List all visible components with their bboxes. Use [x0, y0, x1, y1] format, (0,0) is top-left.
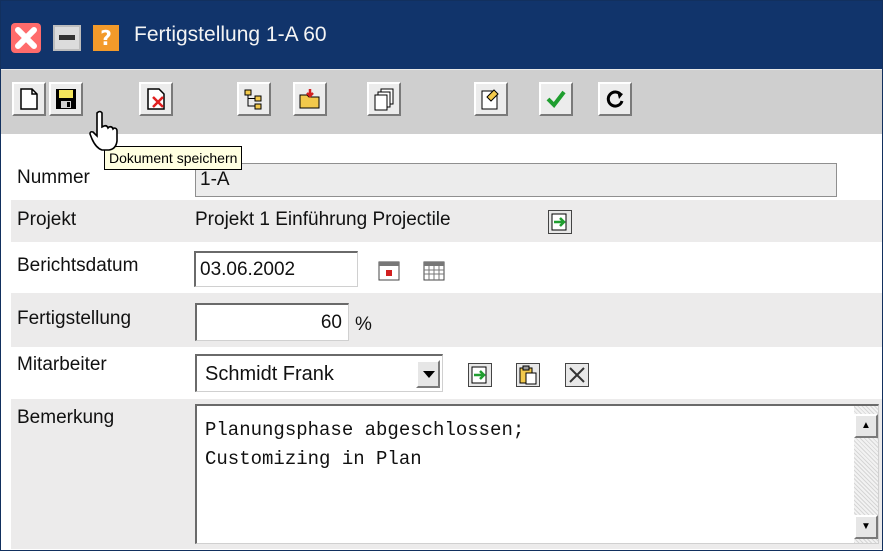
bemerkung-textarea[interactable]: Planungsphase abgeschlossen; Customizing…	[195, 404, 879, 544]
properties-button[interactable]	[474, 82, 508, 116]
mitarbeiter-select[interactable]: Schmidt Frank	[195, 354, 443, 392]
goto-employee-button[interactable]	[468, 363, 492, 387]
refresh-icon	[606, 90, 624, 108]
row-fertigstellung: Fertigstellung 60 %	[11, 293, 882, 347]
save-button[interactable]	[49, 82, 83, 116]
refresh-button[interactable]	[598, 82, 632, 116]
check-icon	[546, 90, 566, 109]
dialog-window: ? Fertigstellung 1-A 60 Dokument speiche…	[0, 0, 883, 551]
paste-button[interactable]	[516, 363, 540, 387]
open-folder-icon	[299, 89, 320, 109]
berichtsdatum-label: Berichtsdatum	[17, 255, 139, 276]
jump-icon	[551, 213, 567, 231]
new-document-button[interactable]	[12, 82, 46, 116]
bemerkung-label: Bemerkung	[17, 407, 115, 428]
calendar-icon	[423, 261, 445, 281]
projekt-value: Projekt 1 Einführung Projectile	[195, 209, 451, 230]
minimize-icon[interactable]	[53, 25, 81, 51]
clipboard-icon	[519, 365, 537, 385]
berichtsdatum-input[interactable]: 03.06.2002	[194, 251, 358, 287]
goto-project-button[interactable]	[548, 210, 572, 234]
scroll-up-icon[interactable]: ▲	[854, 414, 878, 438]
nummer-label: Nummer	[17, 167, 90, 188]
delete-button[interactable]	[139, 82, 173, 116]
help-icon[interactable]: ?	[93, 25, 119, 51]
new-document-icon	[20, 88, 38, 110]
structure-button[interactable]	[237, 82, 271, 116]
window-title: Fertigstellung 1-A 60	[134, 23, 327, 46]
mitarbeiter-selected-value: Schmidt Frank	[205, 363, 334, 385]
nummer-field: 1-A	[195, 163, 837, 197]
toolbar	[1, 69, 882, 134]
calendar-today-icon	[378, 261, 400, 281]
copy-button[interactable]	[367, 82, 401, 116]
fertigstellung-label: Fertigstellung	[17, 308, 132, 329]
close-icon[interactable]	[11, 23, 41, 53]
structure-icon	[244, 89, 262, 110]
title-bar: ? Fertigstellung 1-A 60	[1, 1, 882, 69]
jump-icon	[471, 366, 487, 384]
dropdown-arrow-icon[interactable]	[416, 360, 440, 388]
calendar-today-button[interactable]	[377, 259, 401, 283]
percent-unit: %	[355, 314, 372, 335]
copy-icon	[374, 88, 394, 111]
scroll-down-icon[interactable]: ▼	[854, 515, 878, 539]
projekt-label: Projekt	[17, 209, 77, 230]
fertigstellung-input[interactable]: 60	[195, 303, 349, 341]
close-icon	[569, 367, 585, 383]
open-folder-button[interactable]	[293, 82, 327, 116]
confirm-button[interactable]	[539, 82, 573, 116]
row-mitarbeiter: Mitarbeiter	[11, 347, 882, 399]
delete-icon	[147, 88, 165, 110]
vertical-scrollbar[interactable]: ▲ ▼	[854, 406, 878, 543]
clear-button[interactable]	[565, 363, 589, 387]
save-icon	[56, 89, 76, 109]
bemerkung-text: Planungsphase abgeschlossen; Customizing…	[205, 419, 525, 470]
hand-cursor-icon	[89, 110, 118, 151]
mitarbeiter-label: Mitarbeiter	[17, 354, 107, 375]
save-tooltip: Dokument speichern	[104, 146, 243, 170]
row-berichtsdatum: Berichtsdatum 03.06.2002	[11, 243, 882, 291]
properties-icon	[481, 89, 499, 110]
calendar-button[interactable]	[422, 259, 446, 283]
row-projekt: Projekt Projekt 1 Einführung Projectile	[11, 200, 882, 242]
